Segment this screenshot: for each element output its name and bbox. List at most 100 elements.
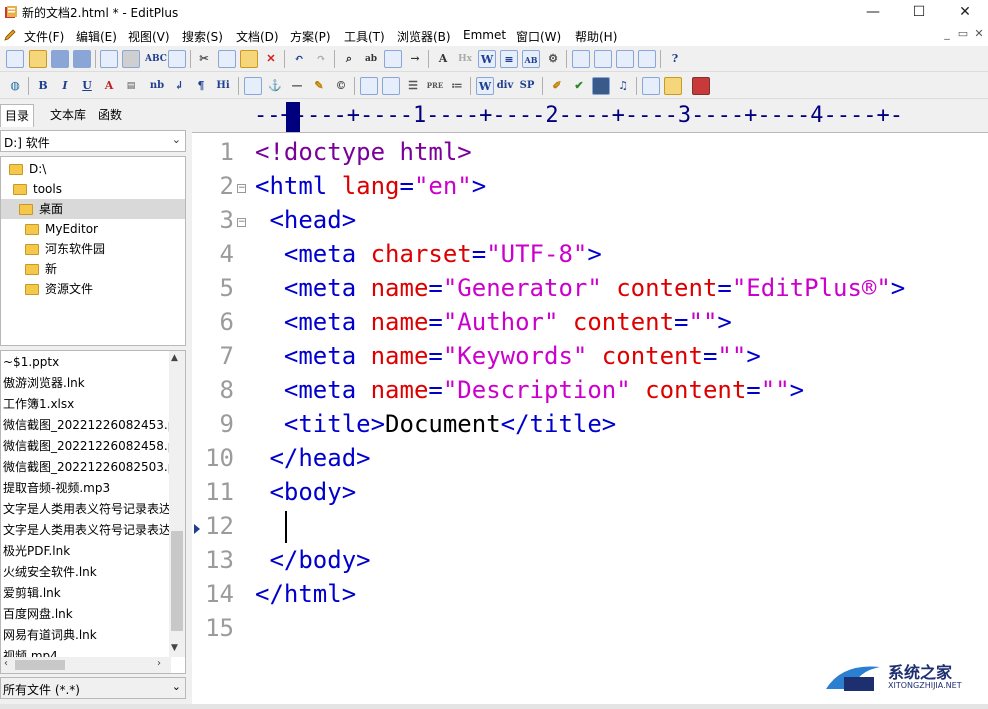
code-line[interactable]: <meta name="Author" content=""> bbox=[255, 308, 732, 336]
fold-toggle-icon[interactable]: − bbox=[237, 184, 246, 193]
code-line[interactable] bbox=[255, 512, 284, 540]
minimize-button[interactable]: — bbox=[850, 0, 896, 24]
nbsp-button[interactable]: nb bbox=[148, 77, 166, 95]
menu-edit[interactable]: 编辑(E) bbox=[76, 28, 117, 45]
new-file-icon[interactable] bbox=[6, 50, 24, 68]
tab-functions[interactable]: 函数 bbox=[94, 104, 126, 126]
menu-document[interactable]: 文档(D) bbox=[236, 28, 279, 45]
print-icon[interactable] bbox=[122, 50, 140, 68]
list-item[interactable]: 微信截图_20221226082503.pr bbox=[3, 457, 169, 478]
underline-button[interactable]: U bbox=[78, 77, 96, 95]
word-wrap-icon[interactable]: W bbox=[478, 50, 496, 68]
list-icon[interactable]: ≔ bbox=[448, 77, 466, 95]
close-button[interactable]: ✕ bbox=[942, 0, 988, 24]
scroll-down-icon[interactable]: ▼ bbox=[171, 643, 178, 653]
menu-tools[interactable]: 工具(T) bbox=[344, 28, 385, 45]
highlight-icon[interactable]: ✎ bbox=[310, 77, 328, 95]
find-icon[interactable]: ⌕ bbox=[340, 50, 358, 68]
code-line[interactable]: <meta charset="UTF-8"> bbox=[255, 240, 602, 268]
maximize-button[interactable]: ☐ bbox=[896, 0, 942, 24]
code-line[interactable]: </body> bbox=[255, 546, 370, 574]
find-in-files-icon[interactable] bbox=[384, 50, 402, 68]
list-item[interactable]: ~$1.pptx bbox=[3, 352, 169, 373]
tab-directory[interactable]: 目录 bbox=[0, 104, 35, 127]
font-color-button[interactable]: A bbox=[100, 77, 118, 95]
code-line[interactable]: <body> bbox=[255, 478, 356, 506]
scroll-left-icon[interactable]: ‹ bbox=[4, 658, 8, 669]
scroll-up-icon[interactable]: ▲ bbox=[171, 353, 178, 363]
list-item[interactable]: 极光PDF.lnk bbox=[3, 541, 169, 562]
bold-button[interactable]: B bbox=[34, 77, 52, 95]
scroll-thumb[interactable] bbox=[171, 531, 183, 631]
code-line[interactable]: <title>Document</title> bbox=[255, 410, 616, 438]
column-select-icon[interactable]: AB bbox=[522, 50, 540, 68]
list-item[interactable]: 傲游浏览器.lnk bbox=[3, 373, 169, 394]
help-icon[interactable]: ? bbox=[666, 50, 684, 68]
check-icon[interactable]: ✔ bbox=[570, 77, 588, 95]
code-line[interactable]: <html lang="en"> bbox=[255, 172, 486, 200]
code-line[interactable]: <meta name="Description" content=""> bbox=[255, 376, 804, 404]
file-filter-select[interactable]: 所有文件 (*.*) ⌄ bbox=[0, 677, 186, 699]
menu-search[interactable]: 搜索(S) bbox=[182, 28, 223, 45]
code-line[interactable]: <head> bbox=[255, 206, 356, 234]
menu-window[interactable]: 窗口(W) bbox=[516, 28, 561, 45]
list-item[interactable]: 微信截图_20221226082458.pr bbox=[3, 436, 169, 457]
list-item[interactable]: 提取音频-视频.mp3 bbox=[3, 478, 169, 499]
heading-button[interactable]: Hi bbox=[214, 77, 232, 95]
directory-window-icon[interactable] bbox=[572, 50, 590, 68]
file-list-horizontal-scrollbar[interactable]: ‹ › bbox=[1, 657, 171, 673]
menu-emmet[interactable]: Emmet bbox=[463, 28, 506, 42]
tree-item-desktop[interactable]: 桌面 bbox=[1, 199, 185, 219]
editor-pane[interactable]: --+----+----1----+----2----+----3----+--… bbox=[192, 100, 988, 704]
tree-item-root[interactable]: D:\ bbox=[9, 159, 46, 179]
code-line[interactable]: </head> bbox=[255, 444, 370, 472]
save-all-icon[interactable] bbox=[73, 50, 91, 68]
document-tab-strip[interactable] bbox=[0, 704, 988, 709]
spellcheck-icon[interactable]: ABC bbox=[145, 50, 167, 68]
drive-select[interactable]: D:] 软件 ⌄ bbox=[0, 130, 186, 152]
menu-view[interactable]: 视图(V) bbox=[128, 28, 170, 45]
script-icon[interactable] bbox=[642, 77, 660, 95]
redo-icon[interactable]: ↷ bbox=[312, 50, 330, 68]
style-icon[interactable] bbox=[664, 77, 682, 95]
film-icon[interactable] bbox=[592, 77, 610, 95]
browser-preview-icon[interactable] bbox=[168, 50, 186, 68]
word-icon[interactable]: W bbox=[476, 77, 494, 95]
scroll-right-icon[interactable]: › bbox=[157, 658, 161, 669]
list-item[interactable]: 文字是人类用表义符号记录表达 bbox=[3, 520, 169, 541]
list-item[interactable]: 火绒安全软件.lnk bbox=[3, 562, 169, 583]
line-break-button[interactable]: ↲ bbox=[170, 77, 188, 95]
menu-browser[interactable]: 浏览器(B) bbox=[397, 28, 451, 45]
fullscreen-icon[interactable] bbox=[638, 50, 656, 68]
line-numbers-icon[interactable]: ≡ bbox=[500, 50, 518, 68]
anchor-icon[interactable]: ⚓ bbox=[266, 77, 284, 95]
list-item[interactable]: 百度网盘.lnk bbox=[3, 604, 169, 625]
music-icon[interactable]: ♫ bbox=[614, 77, 632, 95]
align-icon[interactable]: ☰ bbox=[404, 77, 422, 95]
cut-icon[interactable]: ✂ bbox=[195, 50, 213, 68]
hex-icon[interactable]: Hx bbox=[456, 50, 474, 68]
code-line[interactable]: <!doctype html> bbox=[255, 138, 472, 166]
output-window-icon[interactable] bbox=[594, 50, 612, 68]
tree-item-new[interactable]: 新 bbox=[25, 259, 57, 279]
tree-item-hedong[interactable]: 河东软件园 bbox=[25, 239, 105, 259]
list-item[interactable]: 爱剪辑.lnk bbox=[3, 583, 169, 604]
tree-item-tools[interactable]: tools bbox=[13, 179, 62, 199]
list-item[interactable]: 微信截图_20221226082453.pr bbox=[3, 415, 169, 436]
span-button[interactable]: SP bbox=[518, 77, 536, 95]
copy-icon[interactable] bbox=[218, 50, 236, 68]
cliptext-window-icon[interactable] bbox=[616, 50, 634, 68]
font-size-icon[interactable]: ▤ bbox=[122, 77, 140, 95]
list-item[interactable]: 网易有道词典.lnk bbox=[3, 625, 169, 646]
menu-file[interactable]: 文件(F) bbox=[24, 28, 64, 45]
globe-icon[interactable]: ◍ bbox=[6, 77, 24, 95]
image-icon[interactable] bbox=[244, 77, 262, 95]
tab-cliptext[interactable]: 文本库 bbox=[46, 104, 90, 126]
table-icon[interactable] bbox=[360, 77, 378, 95]
italic-button[interactable]: I bbox=[56, 77, 74, 95]
code-line[interactable]: <meta name="Keywords" content=""> bbox=[255, 342, 761, 370]
copyright-icon[interactable]: © bbox=[332, 77, 350, 95]
list-item[interactable]: 工作簿1.xlsx bbox=[3, 394, 169, 415]
undo-icon[interactable]: ↶ bbox=[290, 50, 308, 68]
tree-item-myeditor[interactable]: MyEditor bbox=[25, 219, 98, 239]
